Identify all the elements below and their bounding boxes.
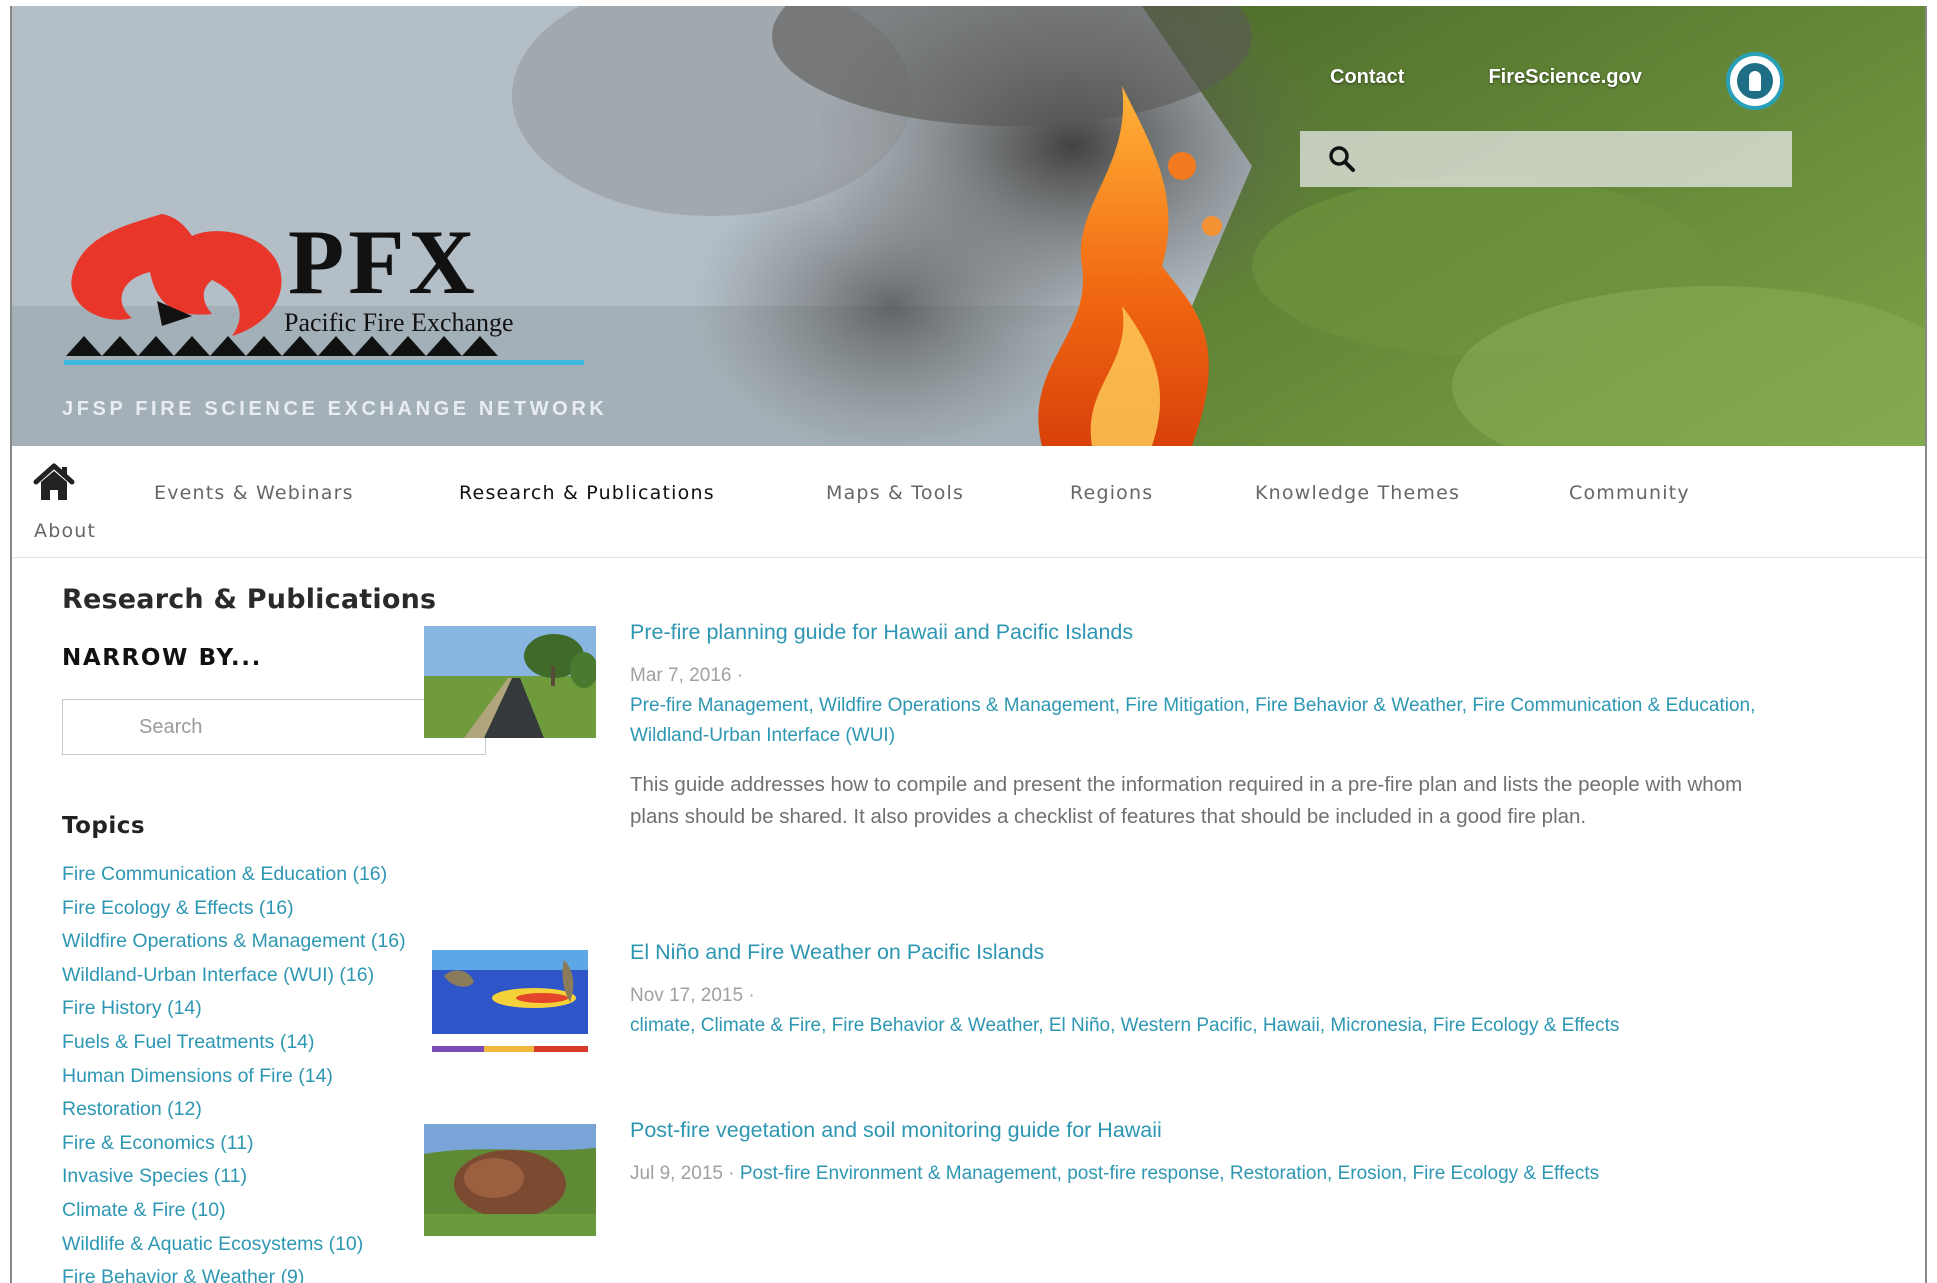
result-title-link[interactable]: Post-fire vegetation and soil monitoring…: [630, 1118, 1770, 1143]
meta-separator: ·: [736, 665, 744, 686]
home-icon[interactable]: [32, 462, 76, 502]
main-nav: Events & Webinars Research & Publication…: [12, 446, 1925, 558]
nav-research-publications[interactable]: Research & Publications: [459, 482, 715, 504]
result-thumbnail[interactable]: [424, 946, 596, 1058]
road-photo: [424, 626, 596, 738]
topics-heading: Topics: [62, 813, 146, 839]
meta-separator: ·: [728, 1163, 735, 1184]
nav-regions[interactable]: Regions: [1070, 482, 1153, 504]
result-body: Post-fire vegetation and soil monitoring…: [630, 1118, 1770, 1189]
result-meta: Jul 9, 2015 · Post-fire Environment & Ma…: [630, 1159, 1770, 1189]
topic-link[interactable]: Wildlife & Aquatic Ecosystems (10): [62, 1233, 502, 1267]
sidebar-search-input[interactable]: [62, 699, 486, 755]
result-thumbnail[interactable]: [424, 626, 596, 738]
result-title-link[interactable]: Pre-fire planning guide for Hawaii and P…: [630, 620, 1770, 645]
nav-events-webinars[interactable]: Events & Webinars: [154, 482, 354, 504]
result-tags[interactable]: Pre-fire Management, Wildfire Operations…: [630, 695, 1755, 746]
nav-about[interactable]: About: [34, 520, 96, 542]
result-body: Pre-fire planning guide for Hawaii and P…: [630, 620, 1770, 833]
page-frame: Contact FireScience.gov PFX Pacific Fire…: [10, 6, 1927, 1283]
top-links: Contact FireScience.gov: [1330, 66, 1642, 89]
result-description: This guide addresses how to compile and …: [630, 773, 1743, 828]
result-body: El Niño and Fire Weather on Pacific Isla…: [630, 940, 1770, 1041]
topic-link[interactable]: Fire Ecology & Effects (16): [62, 897, 502, 931]
pfx-logo[interactable]: PFX Pacific Fire Exchange: [62, 206, 602, 376]
topic-link[interactable]: Fire Communication & Education (16): [62, 863, 502, 897]
result-thumbnail[interactable]: [424, 1124, 596, 1236]
result-date: Nov 17, 2015: [630, 985, 744, 1006]
site-search-input[interactable]: [1372, 139, 1792, 179]
firescience-link[interactable]: FireScience.gov: [1488, 66, 1641, 89]
result-title-link[interactable]: El Niño and Fire Weather on Pacific Isla…: [630, 940, 1770, 965]
el-nino-map: [424, 946, 596, 1058]
result-date: Mar 7, 2016: [630, 665, 732, 686]
nav-knowledge-themes[interactable]: Knowledge Themes: [1255, 482, 1460, 504]
result-tags[interactable]: Post-fire Environment & Management, post…: [740, 1163, 1599, 1184]
topic-link[interactable]: Fire Behavior & Weather (9): [62, 1266, 502, 1283]
topic-link[interactable]: Human Dimensions of Fire (14): [62, 1065, 502, 1099]
search-icon[interactable]: [1328, 145, 1356, 173]
result-date: Jul 9, 2015: [630, 1163, 723, 1184]
nav-maps-tools[interactable]: Maps & Tools: [826, 482, 964, 504]
network-tagline: JFSP FIRE SCIENCE EXCHANGE NETWORK: [62, 398, 608, 420]
sidebar-title: Research & Publications: [62, 584, 437, 615]
hero-banner: Contact FireScience.gov PFX Pacific Fire…: [12, 6, 1925, 446]
nav-community[interactable]: Community: [1569, 482, 1690, 504]
meta-separator: ·: [748, 985, 755, 1006]
firescience-seal-icon[interactable]: [1726, 52, 1784, 110]
contact-link[interactable]: Contact: [1330, 66, 1404, 89]
shrub-photo: [424, 1124, 596, 1236]
result-meta: Nov 17, 2015 · climate, Climate & Fire, …: [630, 981, 1770, 1041]
result-tags[interactable]: climate, Climate & Fire, Fire Behavior &…: [630, 1015, 1619, 1036]
logo-title: PFX: [288, 211, 479, 313]
logo-subtitle: Pacific Fire Exchange: [284, 308, 514, 337]
site-search-bar: [1300, 131, 1792, 187]
result-meta: Mar 7, 2016 · Pre-fire Management, Wildf…: [630, 661, 1770, 751]
